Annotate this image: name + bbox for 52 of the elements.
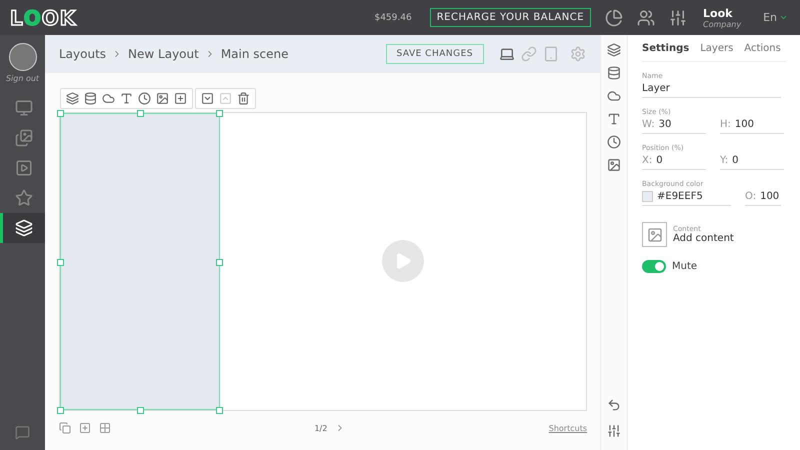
toggle-label: Mute [672,261,698,272]
height-field[interactable]: H: 100 [720,116,784,134]
cloud-icon[interactable] [607,89,621,103]
undo-icon[interactable] [607,398,621,412]
trash-icon[interactable] [237,92,250,105]
mute-toggle[interactable] [642,260,666,273]
tab[interactable]: Actions [744,42,781,54]
image-icon[interactable] [156,92,169,105]
recharge-button[interactable]: RECHARGE YOUR BALANCE [430,8,592,27]
save-button[interactable]: SAVE CHANGES [386,44,484,64]
add-icon[interactable] [174,92,187,105]
container-icon[interactable] [84,92,97,105]
image-icon[interactable] [607,158,621,172]
sign-out-link[interactable]: Sign out [6,74,40,83]
language-menu[interactable]: En [763,11,788,24]
play-icon [382,240,424,282]
page-counter: 1/2 [314,424,328,432]
clock-icon[interactable] [607,135,621,149]
add-content-link[interactable]: Add content [673,233,734,244]
caret-icon [779,13,788,22]
avatar [8,43,36,71]
y-field[interactable]: Y: 0 [720,152,784,170]
layers-icon[interactable] [66,92,79,105]
balance: $459.46 [374,12,412,22]
grid-icon[interactable] [99,422,111,434]
text-icon[interactable] [120,92,133,105]
layers-icon[interactable] [607,43,621,57]
color-field[interactable]: #E9EEF5 [642,188,731,206]
sliders-icon[interactable] [669,8,688,26]
text-icon[interactable] [607,112,621,126]
pie-chart-icon[interactable] [605,8,624,26]
breadcrumb[interactable]: New Layout [128,47,199,61]
opacity-field[interactable]: O: 100 [745,188,781,206]
layers-icon[interactable] [0,213,45,243]
move-down-icon[interactable] [201,92,214,105]
x-field[interactable]: X: 0 [642,152,706,170]
user-name[interactable]: Look [703,6,742,20]
name-field[interactable]: Layer [642,80,781,98]
breadcrumb[interactable]: Layouts [59,47,106,61]
tab[interactable]: Layers [700,42,734,54]
clock-icon[interactable] [138,92,151,105]
tab[interactable]: Settings [642,42,690,54]
users-icon[interactable] [637,8,656,26]
image-icon [642,222,667,247]
user-role: Company [703,20,742,28]
duplicate-icon[interactable] [59,422,71,434]
add-icon[interactable] [79,422,91,434]
width-field[interactable]: W: 30 [642,116,706,134]
container-icon[interactable] [607,66,621,80]
logo: LOOK [10,6,76,30]
breadcrumb[interactable]: Main scene [220,47,289,61]
cloud-icon[interactable] [102,92,115,105]
